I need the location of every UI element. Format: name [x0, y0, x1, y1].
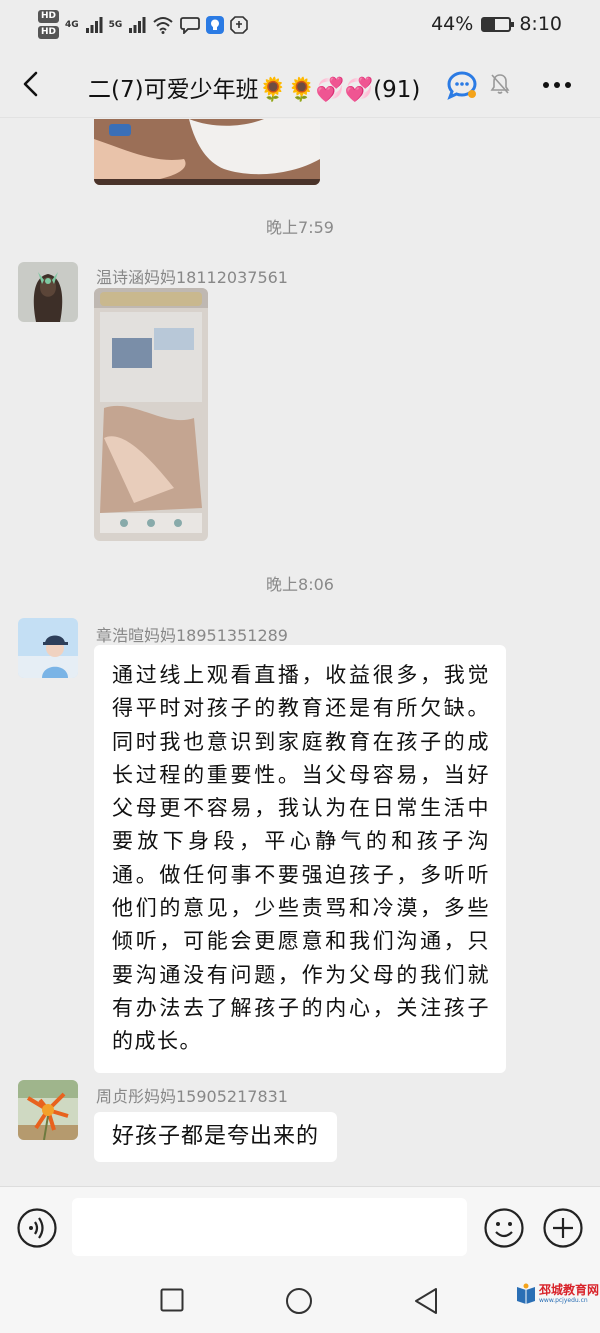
- network-type-1: 4G: [65, 19, 79, 30]
- group-chat-icon[interactable]: [446, 70, 478, 104]
- bell-off-icon: [490, 74, 510, 94]
- battery-percent: 44%: [431, 13, 474, 35]
- more-actions-button[interactable]: [542, 1207, 584, 1253]
- image-message-partial[interactable]: [94, 119, 320, 185]
- shield-icon: [230, 15, 249, 34]
- emoji-icon: [484, 1208, 524, 1248]
- text-message[interactable]: 通过线上观看直播，收益很多，我觉得平时对孩子的教育还是有所欠缺。同时我也意识到家…: [94, 645, 506, 1073]
- image-message[interactable]: [94, 288, 208, 541]
- status-right: 44% 8:10: [431, 13, 562, 35]
- chat-bubble-icon: [180, 16, 201, 34]
- lightbulb-icon: [206, 15, 225, 34]
- avatar[interactable]: [18, 1080, 78, 1140]
- voice-icon: [17, 1208, 57, 1248]
- signal-icon: [85, 16, 103, 33]
- network-type-2: 5G: [108, 19, 123, 30]
- emoji-button[interactable]: [483, 1207, 525, 1253]
- recent-apps-button[interactable]: [160, 1288, 184, 1316]
- watermark-text: 邳城教育网 www.pcjyedu.cn: [539, 1283, 599, 1305]
- status-left: HD HD 4G 5G: [38, 10, 249, 39]
- more-dots-icon: [543, 82, 571, 88]
- chat-header: 二(7)可爱少年班🌻🌻💞💞(91): [0, 52, 600, 118]
- status-bar: HD HD 4G 5G 44% 8:10: [0, 0, 600, 52]
- square-icon: [160, 1288, 184, 1312]
- avatar[interactable]: [18, 618, 78, 678]
- watermark-url: www.pcjyedu.cn: [539, 1297, 588, 1304]
- wifi-icon: [153, 16, 173, 34]
- sender-name: 温诗涵妈妈18112037561: [96, 268, 288, 287]
- signal-icon: [129, 16, 146, 33]
- hd-badge-2: HD: [38, 26, 60, 39]
- timestamp: 晚上7:59: [266, 218, 334, 237]
- avatar-flower-image: [18, 1080, 78, 1140]
- message-input[interactable]: [72, 1198, 467, 1256]
- battery-icon: [481, 16, 515, 32]
- back-button[interactable]: [14, 66, 50, 102]
- avatar-girl-image: [18, 262, 78, 322]
- voice-button[interactable]: [16, 1207, 58, 1253]
- avatar[interactable]: [18, 262, 78, 322]
- home-button[interactable]: [285, 1287, 313, 1319]
- clock: 8:10: [519, 13, 562, 35]
- chevron-left-icon: [23, 71, 38, 97]
- photo-thumbnail: [94, 119, 320, 185]
- chat-title: 二(7)可爱少年班🌻🌻💞💞(91): [88, 77, 421, 103]
- input-bar: [0, 1186, 600, 1268]
- watermark-title: 邳城教育网: [539, 1283, 600, 1297]
- nav-back-button[interactable]: [413, 1287, 439, 1319]
- group-chat-bubble-icon: [447, 71, 477, 100]
- sender-name: 周贞彤妈妈15905217831: [96, 1087, 288, 1106]
- plus-icon: [543, 1208, 583, 1248]
- book-logo-icon: [517, 1283, 535, 1304]
- battery-fill: [483, 18, 495, 30]
- hd-indicators: HD HD: [38, 10, 60, 39]
- sender-name: 章浩暄妈妈18951351289: [96, 626, 288, 645]
- mute-bell-icon: [489, 72, 511, 100]
- more-options-button[interactable]: [540, 73, 574, 97]
- photo-thumbnail: [94, 288, 208, 541]
- system-nav-bar: 邳城教育网 www.pcjyedu.cn: [0, 1268, 600, 1333]
- triangle-back-icon: [415, 1288, 437, 1314]
- hd-badge-1: HD: [38, 10, 60, 23]
- circle-icon: [286, 1288, 312, 1314]
- avatar-woman-image: [18, 618, 78, 678]
- text-message[interactable]: 好孩子都是夸出来的: [94, 1112, 338, 1162]
- timestamp: 晚上8:06: [266, 575, 334, 594]
- watermark-logo: 邳城教育网 www.pcjyedu.cn: [516, 1283, 599, 1305]
